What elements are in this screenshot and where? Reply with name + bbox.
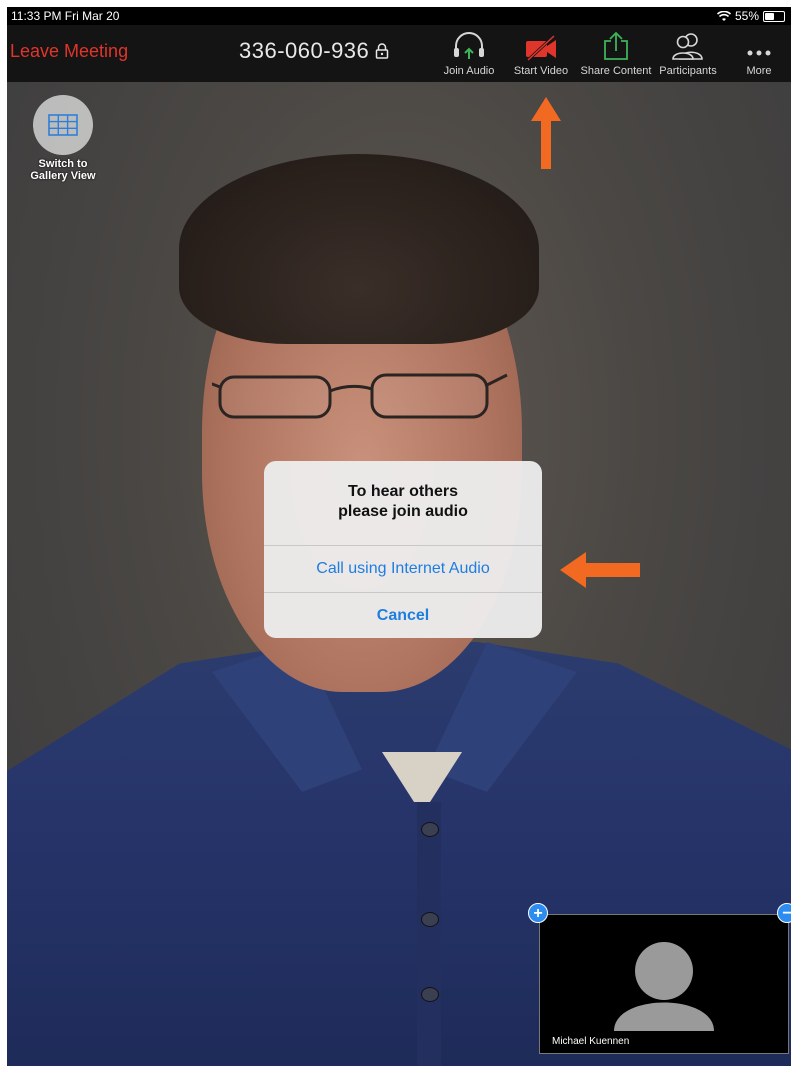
video-subject-placket (417, 802, 441, 1066)
annotation-arrow-left (560, 552, 640, 588)
status-right: 55% (716, 7, 785, 25)
wifi-icon (716, 10, 731, 21)
grid-icon (48, 114, 78, 136)
status-time: 11:33 PM Fri Mar 20 (11, 9, 120, 23)
share-content-button[interactable]: Share Content (576, 29, 656, 77)
video-subject-hair (179, 154, 539, 344)
meeting-id-text: 336-060-936 (239, 38, 370, 63)
dialog-title-line1: To hear others (348, 483, 458, 500)
video-subject-button (421, 822, 439, 837)
collapse-self-view-button[interactable]: − (777, 903, 791, 923)
meeting-id[interactable]: 336-060-936 (239, 38, 389, 64)
status-bar: 11:33 PM Fri Mar 20 55% (7, 7, 791, 25)
call-using-internet-audio-button[interactable]: Call using Internet Audio (264, 546, 542, 592)
share-content-label: Share Content (580, 65, 652, 77)
cancel-button[interactable]: Cancel (264, 593, 542, 638)
start-video-button[interactable]: Start Video (501, 29, 581, 77)
video-subject-button (421, 987, 439, 1002)
gallery-button-circle (33, 95, 93, 155)
more-label: More (746, 65, 772, 77)
join-audio-label: Join Audio (443, 65, 495, 77)
avatar-placeholder-icon (614, 942, 714, 1031)
video-off-icon (526, 35, 556, 61)
meeting-toolbar: Leave Meeting 336-060-936 Join Audio Sta… (7, 25, 791, 82)
participants-icon (672, 33, 703, 60)
battery-percent: 55% (734, 9, 759, 23)
video-subject-glasses (212, 373, 508, 419)
more-button[interactable]: More (719, 29, 791, 77)
battery-fill (765, 12, 774, 20)
annotation-arrow-up (531, 97, 561, 169)
video-subject-button (421, 912, 439, 927)
battery-icon (763, 10, 785, 22)
self-view-thumbnail[interactable]: Michael Kuennen (539, 914, 789, 1054)
headphones-icon (454, 32, 484, 59)
switch-to-gallery-view-button[interactable]: Switch to Gallery View (23, 95, 103, 182)
gallery-label-line2: Gallery View (30, 170, 96, 182)
self-view-name: Michael Kuennen (552, 1036, 630, 1047)
more-icon (747, 50, 771, 56)
gallery-label-line1: Switch to (38, 158, 88, 170)
dialog-title-line2: please join audio (338, 503, 468, 520)
leave-meeting-button[interactable]: Leave Meeting (10, 41, 128, 62)
start-video-label: Start Video (513, 65, 569, 77)
participants-button[interactable]: Participants (648, 29, 728, 77)
dialog-title: To hear others please join audio (264, 482, 542, 522)
participants-label: Participants (659, 65, 717, 77)
share-icon (604, 31, 628, 60)
expand-self-view-button[interactable]: + (528, 903, 548, 923)
join-audio-dialog: To hear others please join audio Call us… (264, 461, 542, 638)
ipad-screen: 11:33 PM Fri Mar 20 55% Leave Meeting 33… (7, 7, 791, 1066)
join-audio-button[interactable]: Join Audio (429, 29, 509, 77)
lock-icon (376, 43, 389, 59)
